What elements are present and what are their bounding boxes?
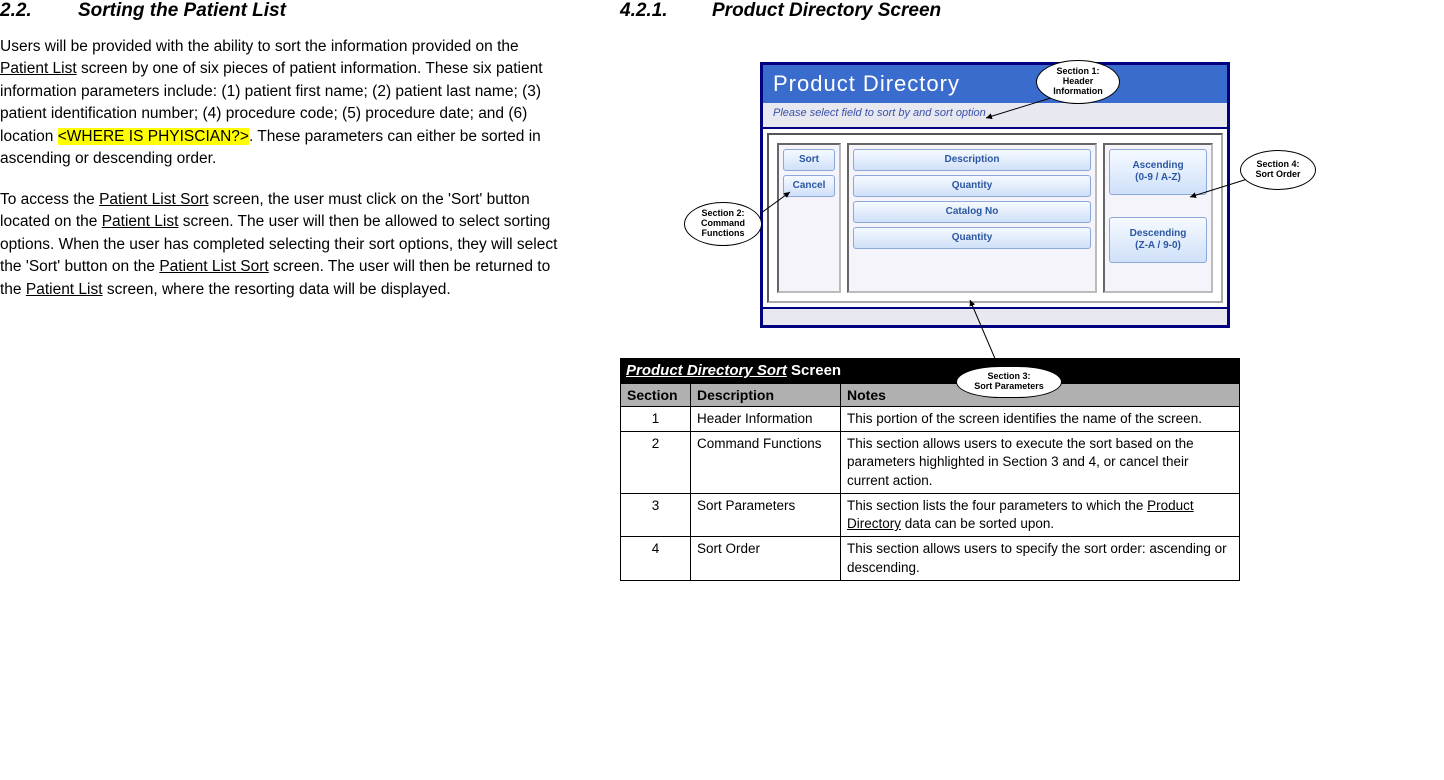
table-header-row: Section Description Notes — [621, 384, 1240, 407]
section-2-2-heading: 2.2.Sorting the Patient List — [0, 0, 570, 22]
mock-body: Sort Cancel Description Quantity Catalog… — [767, 133, 1223, 303]
cell-description: Sort Order — [691, 537, 841, 580]
cell-notes: This section lists the four parameters t… — [841, 493, 1240, 536]
section-4-2-1-heading: 4.2.1.Product Directory Screen — [620, 0, 1280, 22]
callout-section-3: Section 3:Sort Parameters — [956, 366, 1062, 398]
table-row: 1 Header Information This portion of the… — [621, 407, 1240, 432]
highlighted-note: <WHERE IS PHYISCIAN?> — [58, 128, 249, 145]
col-section: Section — [621, 384, 691, 407]
cell-notes: This portion of the screen identifies th… — [841, 407, 1240, 432]
patient-list-link: Patient List — [26, 281, 103, 298]
cell-section: 3 — [621, 493, 691, 536]
table-row: 4 Sort Order This section allows users t… — [621, 537, 1240, 580]
sort-order-panel: Ascending(0-9 / A-Z) Descending(Z-A / 9-… — [1103, 143, 1213, 293]
patient-list-sort-link: Patient List Sort — [99, 191, 208, 208]
heading-text: Sorting the Patient List — [78, 0, 286, 21]
mock-subtitle: Please select field to sort by and sort … — [763, 103, 1227, 129]
command-functions-panel: Sort Cancel — [777, 143, 841, 293]
table-caption: Product Directory Sort Screen — [620, 358, 1240, 383]
mock-header: Product Directory — [763, 65, 1227, 103]
cell-description: Sort Parameters — [691, 493, 841, 536]
cell-notes: This section allows users to execute the… — [841, 432, 1240, 494]
cell-section: 4 — [621, 537, 691, 580]
text: screen, where the resorting data will be… — [103, 281, 451, 298]
cell-section: 1 — [621, 407, 691, 432]
heading-number: 2.2. — [0, 0, 78, 22]
text: Users will be provided with the ability … — [0, 38, 519, 55]
table-row: 2 Command Functions This section allows … — [621, 432, 1240, 494]
descending-button[interactable]: Descending(Z-A / 9-0) — [1109, 217, 1207, 263]
callout-section-1: Section 1:HeaderInformation — [1036, 60, 1120, 104]
ascending-button[interactable]: Ascending(0-9 / A-Z) — [1109, 149, 1207, 195]
sort-button[interactable]: Sort — [783, 149, 835, 171]
param-quantity-button[interactable]: Quantity — [853, 175, 1091, 197]
cancel-button[interactable]: Cancel — [783, 175, 835, 197]
cell-notes: This section allows users to specify the… — [841, 537, 1240, 580]
body-paragraphs: Users will be provided with the ability … — [0, 36, 570, 301]
product-directory-mock: Product Directory Please select field to… — [760, 62, 1230, 328]
param-description-button[interactable]: Description — [853, 149, 1091, 171]
cell-description: Header Information — [691, 407, 841, 432]
sort-parameters-panel: Description Quantity Catalog No Quantity — [847, 143, 1097, 293]
spec-table: Product Directory Sort Screen Section De… — [620, 358, 1240, 581]
heading-number: 4.2.1. — [620, 0, 712, 22]
param-quantity-2-button[interactable]: Quantity — [853, 227, 1091, 249]
callout-section-2: Section 2:CommandFunctions — [684, 202, 762, 246]
left-column: 2.2.Sorting the Patient List Users will … — [0, 0, 580, 780]
right-column: 4.2.1.Product Directory Screen Section 1… — [580, 0, 1280, 780]
cell-description: Command Functions — [691, 432, 841, 494]
cell-section: 2 — [621, 432, 691, 494]
text: To access the — [0, 191, 99, 208]
col-description: Description — [691, 384, 841, 407]
param-catalog-no-button[interactable]: Catalog No — [853, 201, 1091, 223]
patient-list-link: Patient List — [0, 60, 77, 77]
heading-text: Product Directory Screen — [712, 0, 941, 21]
table-row: 3 Sort Parameters This section lists the… — [621, 493, 1240, 536]
mock-footer — [763, 307, 1227, 325]
patient-list-sort-link: Patient List Sort — [159, 258, 268, 275]
patient-list-link: Patient List — [102, 213, 179, 230]
callout-section-4: Section 4:Sort Order — [1240, 150, 1316, 190]
screenshot-wrapper: Section 1:HeaderInformation Section 2:Co… — [760, 62, 1320, 328]
